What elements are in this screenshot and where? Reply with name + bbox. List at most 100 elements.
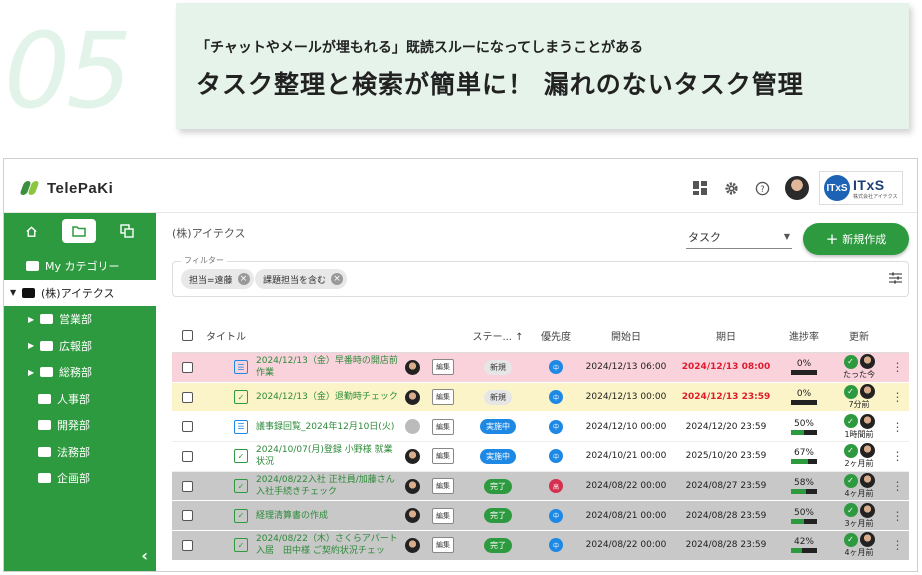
more-icon[interactable]: ⋮ bbox=[886, 420, 909, 434]
logo-text: TelePaKi bbox=[47, 179, 114, 197]
user-avatar[interactable] bbox=[785, 176, 809, 200]
task-title[interactable]: 2024/12/13（金）早番時の開店前作業 bbox=[256, 355, 401, 379]
col-status[interactable]: ステー... ↑ bbox=[460, 328, 536, 343]
row-checkbox[interactable] bbox=[181, 421, 193, 433]
more-icon[interactable]: ⋮ bbox=[886, 360, 909, 374]
col-start[interactable]: 開始日 bbox=[576, 328, 676, 343]
table-row[interactable]: ✓ 2024/10/07(月)登録 小野様 就業状況 編集 実施中 中 2024/1… bbox=[172, 442, 909, 472]
folder-icon bbox=[22, 287, 35, 298]
row-checkbox[interactable] bbox=[181, 510, 193, 522]
sidebar-item-sales[interactable]: ▶ 営業部 bbox=[4, 306, 156, 333]
more-icon[interactable]: ⋮ bbox=[886, 449, 909, 463]
more-icon[interactable]: ⋮ bbox=[886, 509, 909, 523]
edit-button[interactable]: 編集 bbox=[432, 389, 454, 406]
gear-icon[interactable] bbox=[722, 179, 740, 197]
col-priority[interactable]: 優先度 bbox=[536, 328, 576, 343]
row-checkbox[interactable] bbox=[181, 361, 193, 373]
edit-button[interactable]: 編集 bbox=[432, 418, 454, 435]
start-date: 2024/08/22 00:00 bbox=[585, 540, 667, 551]
row-checkbox[interactable] bbox=[181, 450, 193, 462]
task-table: タイトル ステー... ↑ 優先度 開始日 期日 進捗率 更新 ☰ 2024/12… bbox=[172, 319, 909, 561]
task-title[interactable]: 2024/10/07(月)登録 小野様 就業状況 bbox=[256, 444, 401, 468]
sidebar-item-pr[interactable]: ▶ 広報部 bbox=[4, 333, 156, 360]
folder-icon bbox=[40, 340, 53, 351]
col-updated[interactable]: 更新 bbox=[832, 328, 886, 343]
row-checkbox[interactable] bbox=[181, 480, 193, 492]
priority-badge: 中 bbox=[549, 449, 563, 464]
folder-icon bbox=[40, 314, 53, 325]
progress-value: 58% bbox=[793, 478, 814, 489]
more-icon[interactable]: ⋮ bbox=[886, 390, 909, 404]
view-select[interactable]: タスク ▼ bbox=[686, 229, 792, 249]
filter-chip-assignee[interactable]: 担当=遠藤 × bbox=[181, 269, 254, 289]
table-row[interactable]: ✓ 経理清算書の作成 編集 完了 中 2024/08/21 00:00 2024/0… bbox=[172, 501, 909, 532]
status-badge: 完了 bbox=[484, 537, 512, 553]
folder-icon bbox=[38, 446, 51, 457]
updated-time: 4ヶ月前 bbox=[844, 548, 874, 558]
assignee-avatar bbox=[405, 537, 420, 553]
collapse-sidebar-icon[interactable]: ‹ bbox=[141, 546, 148, 565]
new-task-button[interactable]: + 新規作成 bbox=[803, 223, 909, 255]
check-icon: ✓ bbox=[843, 503, 858, 518]
task-title[interactable]: 議事録回覧_2024年12月10日(火) bbox=[256, 421, 401, 433]
dashboard-icon[interactable] bbox=[691, 179, 709, 197]
updated-time: 1時間前 bbox=[844, 429, 874, 439]
brand-sub: 株式会社アイテクス bbox=[853, 193, 898, 200]
edit-button[interactable]: 編集 bbox=[432, 537, 454, 554]
table-row[interactable]: ✓ 2024/12/13（金）退勤時チェック 編集 新規 中 2024/12/13 … bbox=[172, 382, 909, 413]
col-due[interactable]: 期日 bbox=[676, 328, 776, 343]
row-checkbox[interactable] bbox=[181, 391, 193, 403]
due-date: 2024/08/27 23:59 bbox=[685, 481, 767, 492]
edit-button[interactable]: 編集 bbox=[432, 478, 454, 495]
remove-chip-icon[interactable]: × bbox=[237, 273, 250, 285]
folder-icon bbox=[38, 473, 51, 484]
filter-settings-icon[interactable] bbox=[889, 272, 902, 287]
start-date: 2024/12/13 06:00 bbox=[585, 362, 667, 373]
edit-button[interactable]: 編集 bbox=[432, 448, 454, 465]
task-title[interactable]: 2024/12/13（金）退勤時チェック bbox=[256, 391, 401, 403]
task-title[interactable]: 2024/08/22（木）さくらアパート入居 田中様 ご契約状況チェッ bbox=[256, 533, 401, 557]
table-row[interactable]: ✓ 2024/08/22入社 正社員/加藤さん入社手続きチェック 編集 完了 高 2… bbox=[172, 471, 909, 502]
start-date: 2024/10/21 00:00 bbox=[585, 451, 667, 462]
start-date: 2024/12/13 00:00 bbox=[585, 392, 667, 403]
progress-bar bbox=[791, 370, 817, 376]
sidebar-item-company[interactable]: ▼ (株)アイテクス bbox=[4, 279, 156, 306]
filter-chip-include[interactable]: 課題担当を含む × bbox=[255, 269, 348, 289]
top-bar: TelePaKi ? ITxS ITxS 株式会社アイテクス bbox=[4, 159, 917, 213]
updated-time: 2ヶ月前 bbox=[844, 459, 874, 469]
filter-bar[interactable]: フィルター 担当=遠藤 × 課題担当を含む × bbox=[172, 255, 909, 297]
due-date: 2025/10/20 23:59 bbox=[685, 451, 767, 462]
task-title[interactable]: 経理清算書の作成 bbox=[256, 510, 401, 522]
due-date: 2024/12/20 23:59 bbox=[685, 421, 767, 432]
more-icon[interactable]: ⋮ bbox=[886, 538, 909, 552]
sidebar-item-planning[interactable]: 企画部 bbox=[4, 465, 156, 492]
col-progress[interactable]: 進捗率 bbox=[776, 328, 832, 343]
task-check-icon: ✓ bbox=[234, 479, 248, 494]
app-logo[interactable]: TelePaKi bbox=[19, 179, 114, 197]
updater-avatar bbox=[859, 413, 875, 429]
help-icon[interactable]: ? bbox=[753, 179, 771, 197]
folder-tab-icon[interactable] bbox=[62, 219, 96, 243]
remove-chip-icon[interactable]: × bbox=[331, 273, 344, 285]
assignee-avatar bbox=[405, 359, 420, 375]
select-all-checkbox[interactable] bbox=[181, 330, 193, 341]
copy-icon[interactable] bbox=[110, 219, 144, 243]
task-title[interactable]: 2024/08/22入社 正社員/加藤さん入社手続きチェック bbox=[256, 474, 401, 498]
home-icon[interactable] bbox=[14, 219, 48, 243]
more-icon[interactable]: ⋮ bbox=[886, 479, 909, 493]
table-row[interactable]: ☰ 議事録回覧_2024年12月10日(火) 編集 実施中 中 2024/12/10… bbox=[172, 412, 909, 443]
sidebar-item-general-affairs[interactable]: ▶ 総務部 bbox=[4, 359, 156, 386]
col-title[interactable]: タイトル bbox=[206, 328, 258, 343]
sidebar: My カテゴリー ▼ (株)アイテクス ▶ 営業部 ▶ 広報部 ▶ 総務部 人事部 開発… bbox=[4, 213, 156, 571]
table-header: タイトル ステー... ↑ 優先度 開始日 期日 進捗率 更新 bbox=[172, 319, 909, 353]
sidebar-item-legal[interactable]: 法務部 bbox=[4, 439, 156, 466]
edit-button[interactable]: 編集 bbox=[432, 359, 454, 376]
edit-button[interactable]: 編集 bbox=[432, 507, 454, 524]
table-row[interactable]: ☰ 2024/12/13（金）早番時の開店前作業 編集 新規 中 2024/12/1… bbox=[172, 353, 909, 383]
sidebar-item-dev[interactable]: 開発部 bbox=[4, 412, 156, 439]
row-checkbox[interactable] bbox=[181, 539, 193, 551]
table-row[interactable]: ✓ 2024/08/22（木）さくらアパート入居 田中様 ご契約状況チェッ 編集 完… bbox=[172, 531, 909, 561]
sidebar-item-my-category[interactable]: My カテゴリー bbox=[4, 253, 156, 280]
sidebar-item-hr[interactable]: 人事部 bbox=[4, 386, 156, 413]
caret-right-icon: ▶ bbox=[28, 367, 35, 377]
